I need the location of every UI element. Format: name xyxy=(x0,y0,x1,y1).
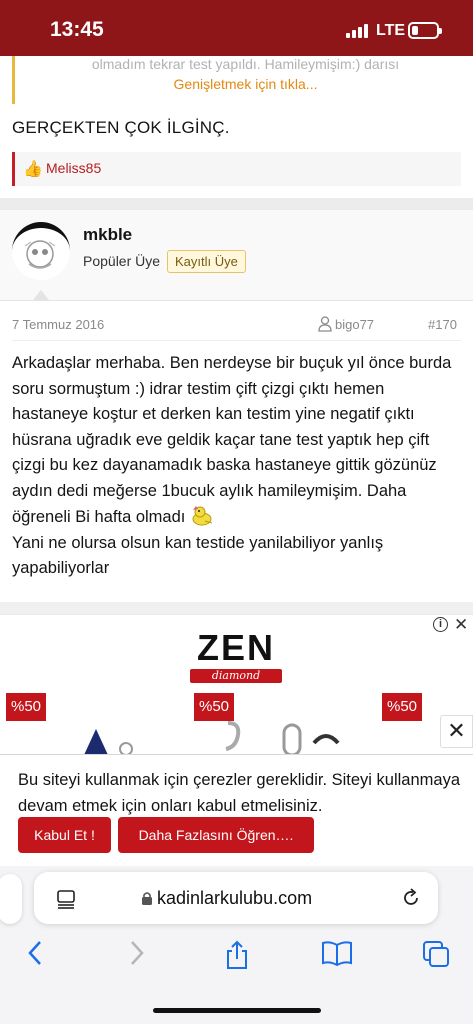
ad-close-icon[interactable]: ✕ xyxy=(454,615,468,635)
post-meta: 7 Temmuz 2016 bigo77 #170 xyxy=(0,300,473,341)
meta-divider xyxy=(12,340,461,341)
post-date[interactable]: 7 Temmuz 2016 xyxy=(12,317,104,332)
battery-icon xyxy=(408,22,442,39)
page-menu-icon[interactable] xyxy=(56,889,76,909)
expand-quote-link[interactable]: Genişletmek için tıkla... xyxy=(15,76,473,92)
browser-toolbar: kadinlarkulubu.com xyxy=(0,866,473,1024)
smiley-emoji-icon xyxy=(192,506,213,526)
ad-separator xyxy=(0,602,473,614)
discount-badge[interactable]: %50 xyxy=(382,693,422,721)
back-icon[interactable] xyxy=(26,940,44,966)
discount-badge[interactable]: %50 xyxy=(6,693,46,721)
post-username[interactable]: mkble xyxy=(83,225,132,245)
user-badge: Kayıtlı Üye xyxy=(167,250,246,273)
jewelry-image[interactable] xyxy=(214,719,344,754)
post-separator xyxy=(0,198,473,210)
ad-brand-sub: diamond xyxy=(211,669,261,682)
post-number[interactable]: #170 xyxy=(428,317,457,332)
accept-cookies-button[interactable]: Kabul Et ! xyxy=(18,817,111,853)
ad-banner[interactable]: i ✕ ZEN diamond %50 %50 %50 xyxy=(0,614,473,754)
user-icon xyxy=(318,316,332,332)
cookie-message: Bu siteyi kullanmak için çerezler gerekl… xyxy=(18,771,461,815)
ad-brand: ZEN xyxy=(197,627,275,668)
quote-block: olmadım tekrar test yapıldı. Hamileymişi… xyxy=(12,56,473,104)
liked-by-link[interactable]: Meliss85 xyxy=(46,160,101,176)
url-text[interactable]: kadinlarkulubu.com xyxy=(157,888,312,909)
status-time: 13:45 xyxy=(50,18,104,41)
tabs-icon[interactable] xyxy=(422,940,450,968)
post-body-text: Arkadaşlar merhaba. Ben nerdeyse bir buç… xyxy=(12,354,452,526)
post-user-block: mkble Popüler Üye Kayıtlı Üye xyxy=(0,210,473,300)
post-body-end: Yani ne olursa olsun kan testide yanilab… xyxy=(12,533,384,578)
quote-text: olmadım tekrar test yapıldı. Hamileymişi… xyxy=(91,56,400,72)
network-label: LTE xyxy=(376,22,406,39)
likes-bar: 👍 Meliss85 xyxy=(12,152,461,186)
user-block-pointer xyxy=(33,290,49,300)
ad-collapse-button[interactable]: ✕ xyxy=(440,715,473,748)
bookmarks-icon[interactable] xyxy=(321,940,353,966)
status-bar: 13:45 LTE xyxy=(0,0,473,56)
ad-logo[interactable]: ZEN diamond xyxy=(190,627,282,687)
thumbs-up-icon: 👍 xyxy=(23,161,43,178)
address-bar[interactable]: kadinlarkulubu.com xyxy=(34,872,438,924)
ad-info-icon[interactable]: i xyxy=(433,617,448,632)
previous-post-text: GERÇEKTEN ÇOK İLGİNÇ. xyxy=(12,118,230,137)
cookie-banner: Bu siteyi kullanmak için çerezler gerekl… xyxy=(0,754,473,866)
forward-icon[interactable] xyxy=(128,940,146,966)
avatar-image xyxy=(24,240,56,269)
reload-icon[interactable] xyxy=(401,888,421,908)
discount-badge[interactable]: %50 xyxy=(194,693,234,721)
post-author-tag[interactable]: bigo77 xyxy=(335,317,374,332)
share-icon[interactable] xyxy=(225,940,249,970)
avatar[interactable] xyxy=(12,222,70,280)
learn-more-button[interactable]: Daha Fazlasını Öğren…. xyxy=(118,817,314,853)
pendant-image[interactable] xyxy=(80,727,140,754)
post-body: Arkadaşlar merhaba. Ben nerdeyse bir buç… xyxy=(12,351,464,582)
lock-icon xyxy=(142,892,152,905)
user-title: Popüler Üye xyxy=(83,253,161,269)
previous-tab-preview[interactable] xyxy=(0,874,22,924)
home-indicator xyxy=(153,1008,321,1013)
signal-icon xyxy=(346,24,370,38)
